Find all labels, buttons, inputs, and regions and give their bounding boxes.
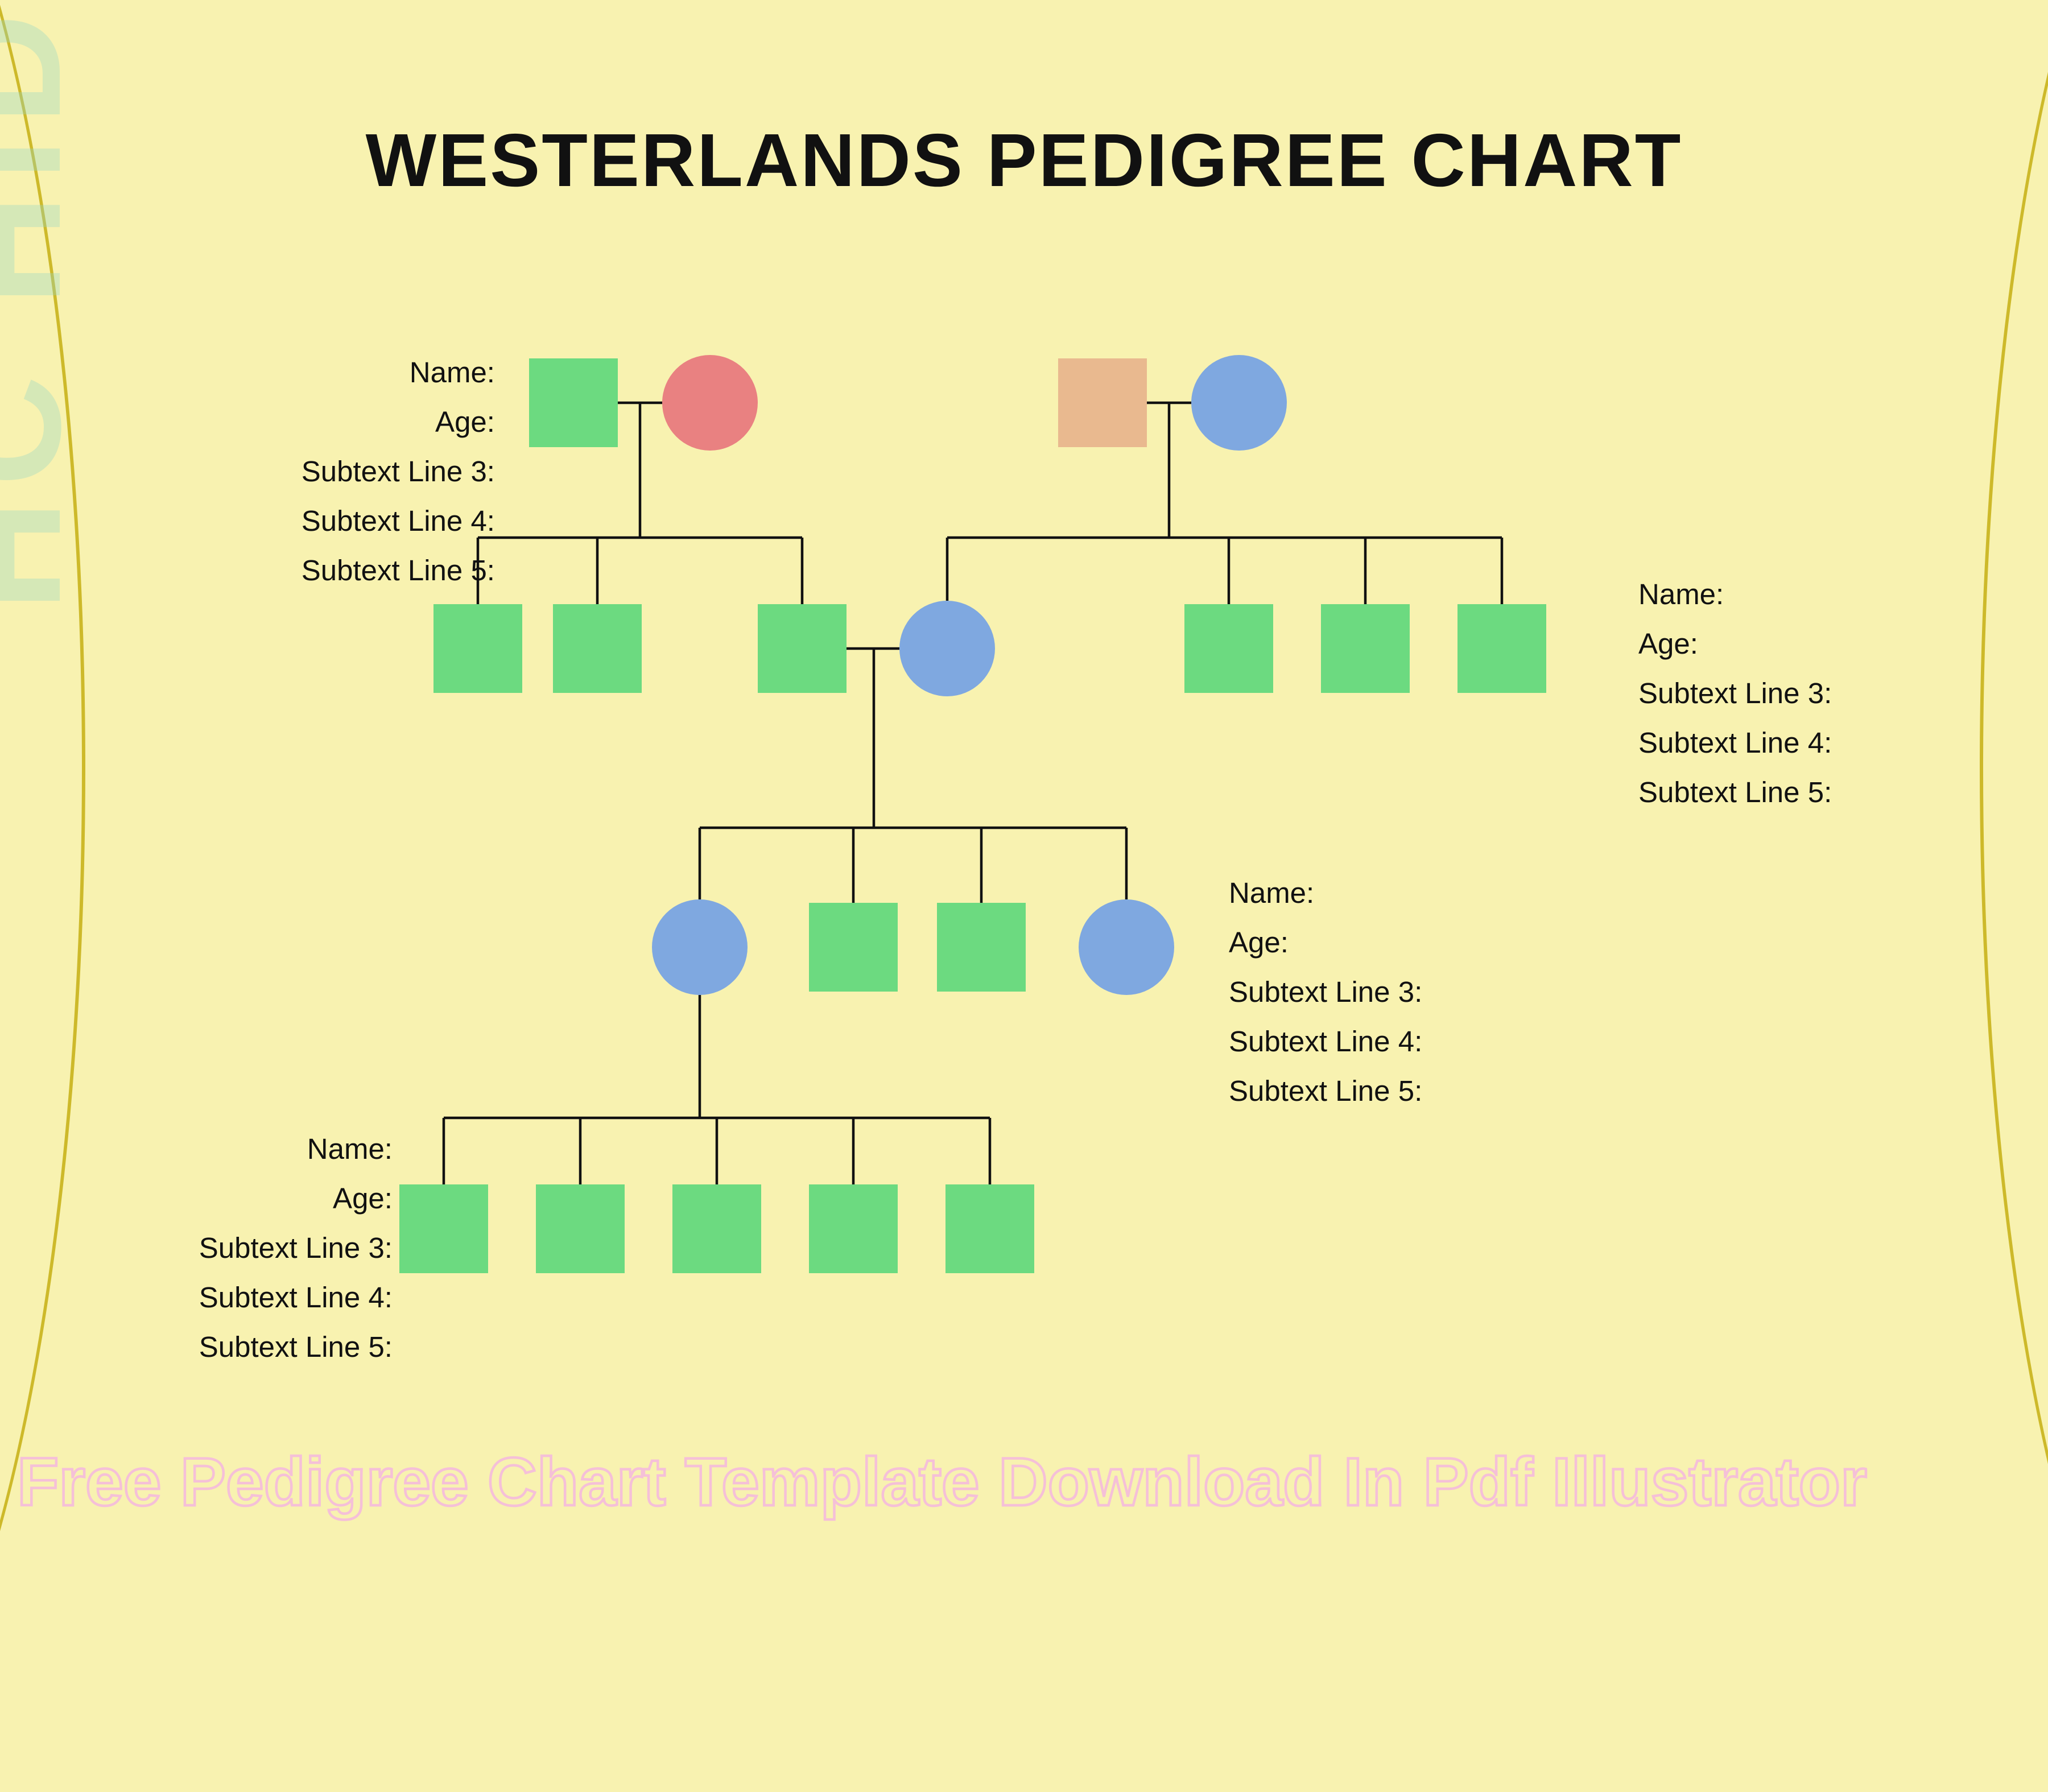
- side-watermark: HC HID: [0, 0, 85, 611]
- labelset-2-f5: Subtext Line 5:: [1638, 769, 2014, 819]
- g2-B1-icon: [899, 601, 995, 696]
- labelset-1-f3: Subtext Line 3:: [137, 448, 495, 498]
- g1-B-female-icon: [1191, 355, 1287, 451]
- labelset-4-f2: Age:: [34, 1176, 393, 1225]
- labelset-2: Name: Age: Subtext Line 3: Subtext Line …: [1638, 572, 2014, 818]
- labelset-2-f2: Age:: [1638, 621, 2014, 671]
- g4-c5-icon: [945, 1184, 1034, 1273]
- labelset-3: Name: Age: Subtext Line 3: Subtext Line …: [1229, 870, 1604, 1117]
- footer-watermark: Free Pedigree Chart Template Download In…: [17, 1447, 1867, 1519]
- labelset-3-f1: Name:: [1229, 870, 1604, 920]
- g2-B4-icon: [1457, 604, 1546, 693]
- decorative-curve-right: [1980, 0, 2048, 1792]
- labelset-3-f4: Subtext Line 4:: [1229, 1018, 1604, 1068]
- page-title: WESTERLANDS PEDIGREE CHART: [0, 119, 2048, 205]
- labelset-4-f3: Subtext Line 3:: [34, 1225, 393, 1274]
- g3-c3-icon: [937, 903, 1026, 992]
- g2-B2-icon: [1184, 604, 1273, 693]
- labelset-3-f2: Age:: [1229, 920, 1604, 969]
- labelset-1-f4: Subtext Line 4:: [137, 498, 495, 547]
- labelset-4: Name: Age: Subtext Line 3: Subtext Line …: [34, 1126, 393, 1373]
- labelset-1-f1: Name:: [137, 350, 495, 399]
- labelset-3-f3: Subtext Line 3:: [1229, 969, 1604, 1018]
- g1-A-male-icon: [529, 358, 618, 447]
- labelset-4-f5: Subtext Line 5:: [34, 1324, 393, 1373]
- g2-A2-icon: [553, 604, 642, 693]
- g2-B3-icon: [1321, 604, 1410, 693]
- labelset-2-f4: Subtext Line 4:: [1638, 720, 2014, 769]
- g3-c1-icon: [652, 899, 748, 995]
- g3-c4-icon: [1079, 899, 1174, 995]
- g3-c2-icon: [809, 903, 898, 992]
- labelset-4-f4: Subtext Line 4:: [34, 1274, 393, 1324]
- g4-c3-icon: [672, 1184, 761, 1273]
- labelset-1-f5: Subtext Line 5:: [137, 547, 495, 597]
- labelset-4-f1: Name:: [34, 1126, 393, 1176]
- g1-A-female-icon: [662, 355, 758, 451]
- g2-A3-icon: [758, 604, 847, 693]
- g4-c2-icon: [536, 1184, 625, 1273]
- g1-B-male-icon: [1058, 358, 1147, 447]
- labelset-1-f2: Age:: [137, 399, 495, 449]
- g4-c1-icon: [399, 1184, 488, 1273]
- labelset-2-f3: Subtext Line 3:: [1638, 670, 2014, 720]
- labelset-1: Name: Age: Subtext Line 3: Subtext Line …: [137, 350, 495, 596]
- labelset-3-f5: Subtext Line 5:: [1229, 1068, 1604, 1117]
- g2-A1-icon: [433, 604, 522, 693]
- g4-c4-icon: [809, 1184, 898, 1273]
- labelset-2-f1: Name:: [1638, 572, 2014, 621]
